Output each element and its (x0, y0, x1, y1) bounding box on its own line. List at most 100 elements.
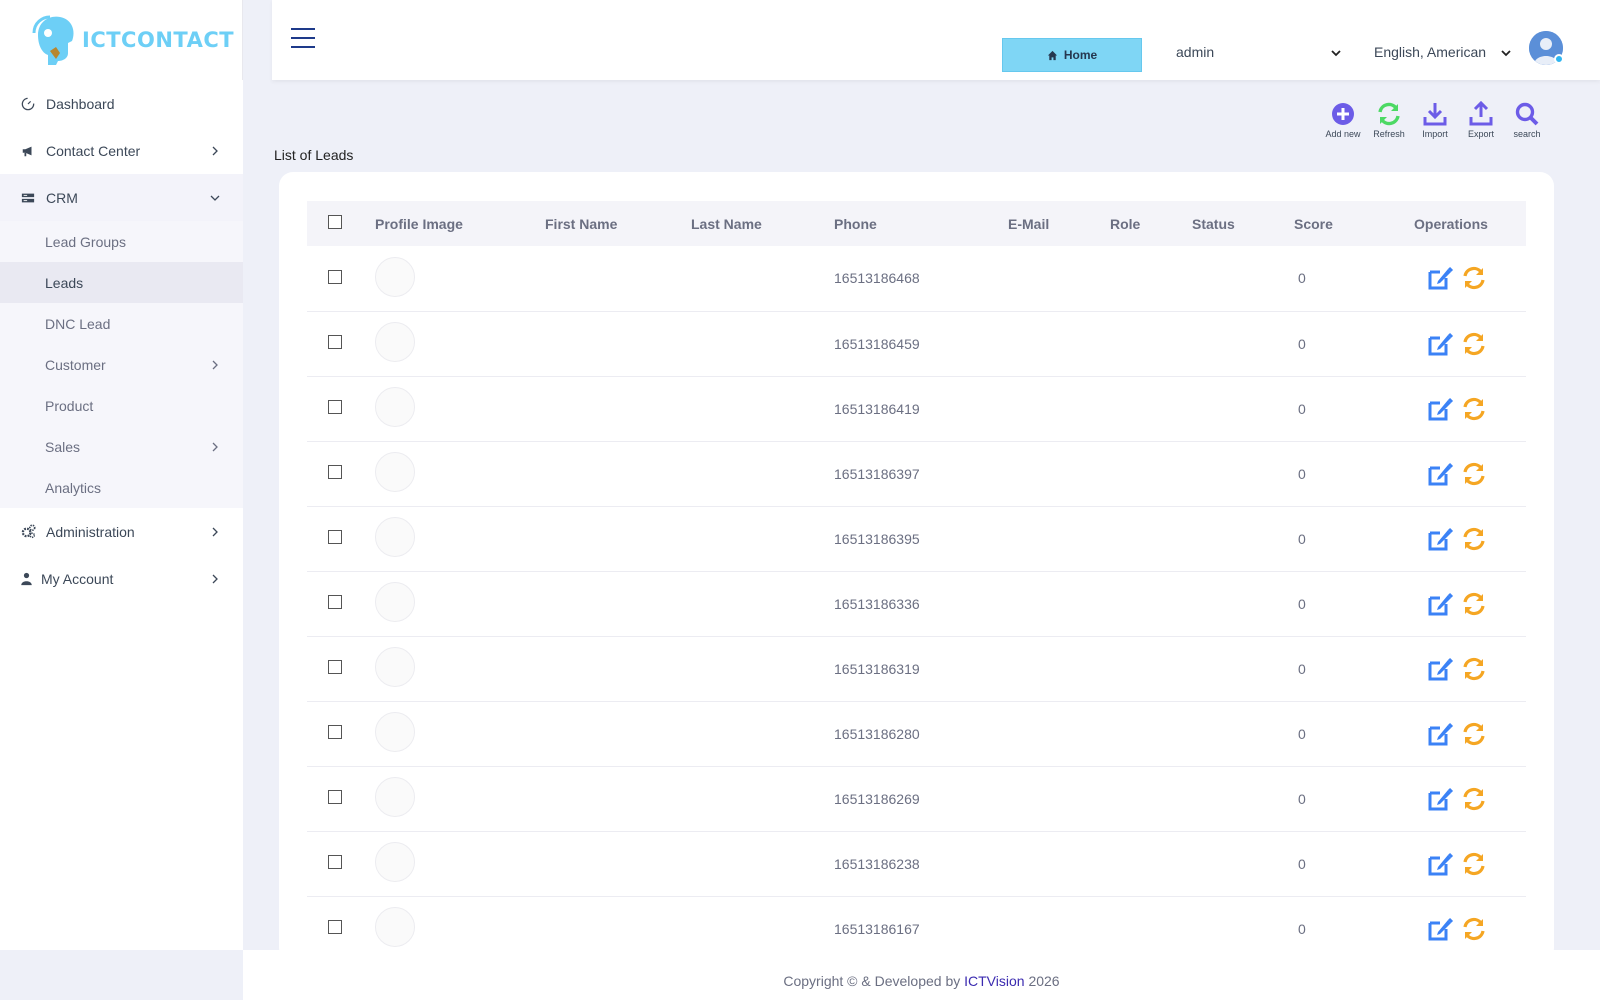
home-button[interactable]: Home (1002, 38, 1142, 72)
add-new-button[interactable]: Add new (1320, 101, 1366, 139)
last-name-cell (691, 571, 834, 636)
row-checkbox[interactable] (328, 920, 342, 934)
table-row: 16513186468 0 (307, 246, 1526, 311)
email-cell (1008, 311, 1110, 376)
first-name-cell (545, 571, 691, 636)
sidebar-item-contact-center[interactable]: Contact Center (0, 127, 243, 174)
chevron-right-icon (212, 527, 218, 536)
row-operations (1414, 395, 1526, 423)
row-checkbox[interactable] (328, 269, 342, 284)
profile-image (375, 322, 415, 362)
row-checkbox[interactable] (328, 595, 342, 609)
action-toolbar: Add new Refresh Import Export search (1320, 101, 1550, 139)
user-select[interactable]: admin (1176, 44, 1342, 60)
row-operations (1414, 525, 1526, 553)
sidebar-item-label: DNC Lead (45, 315, 111, 332)
sidebar-item-administration[interactable]: Administration (0, 508, 243, 555)
profile-image (375, 582, 415, 622)
sync-icon[interactable] (1460, 785, 1488, 813)
table-row: 16513186319 0 (307, 636, 1526, 701)
row-checkbox[interactable] (328, 465, 342, 479)
score-cell: 0 (1298, 660, 1306, 677)
column-header-first-name: First Name (545, 215, 618, 232)
profile-image (375, 842, 415, 882)
edit-icon[interactable] (1426, 460, 1454, 488)
sync-icon[interactable] (1460, 460, 1488, 488)
sidebar-item-label: Leads (45, 274, 84, 291)
footer-company-link[interactable]: ICTVision (964, 973, 1024, 989)
edit-icon[interactable] (1426, 915, 1454, 943)
export-button[interactable]: Export (1458, 101, 1504, 139)
sidebar-item-customer[interactable]: Customer (0, 344, 243, 385)
import-button[interactable]: Import (1412, 101, 1458, 139)
last-name-cell (691, 766, 834, 831)
row-checkbox[interactable] (328, 855, 342, 869)
sidebar-item-product[interactable]: Product (0, 385, 243, 426)
row-checkbox[interactable] (328, 335, 342, 349)
edit-icon[interactable] (1426, 330, 1454, 358)
language-select[interactable]: English, American (1374, 44, 1512, 60)
table-row: 16513186459 0 (307, 311, 1526, 376)
select-all-checkbox[interactable] (328, 215, 342, 229)
edit-icon[interactable] (1426, 590, 1454, 618)
topbar: Home admin English, American (272, 0, 1600, 80)
column-header-last-name: Last Name (691, 215, 762, 232)
chevron-right-icon (212, 360, 218, 369)
chevron-right-icon (212, 146, 218, 155)
row-checkbox[interactable] (328, 790, 342, 804)
phone-cell: 16513186280 (834, 725, 920, 742)
score-cell: 0 (1298, 270, 1306, 287)
footer: Copyright © & Developed by ICTVision 202… (243, 950, 1600, 1000)
score-cell: 0 (1298, 790, 1306, 807)
edit-icon[interactable] (1426, 264, 1454, 292)
sync-icon[interactable] (1460, 395, 1488, 423)
edit-icon[interactable] (1426, 720, 1454, 748)
sync-icon[interactable] (1460, 850, 1488, 878)
sync-icon[interactable] (1460, 655, 1488, 683)
footer-prefix: Copyright © & Developed by (783, 973, 965, 989)
sync-icon[interactable] (1460, 264, 1488, 292)
sync-icon[interactable] (1460, 915, 1488, 943)
profile-image (375, 777, 415, 817)
row-checkbox[interactable] (328, 725, 342, 739)
sidebar-item-dnc-lead[interactable]: DNC Lead (0, 303, 243, 344)
edit-icon[interactable] (1426, 525, 1454, 553)
edit-icon[interactable] (1426, 395, 1454, 423)
refresh-button[interactable]: Refresh (1366, 101, 1412, 139)
sidebar-item-analytics[interactable]: Analytics (0, 467, 243, 508)
search-label: search (1513, 129, 1541, 139)
server-icon (20, 190, 36, 206)
sync-icon[interactable] (1460, 720, 1488, 748)
online-status-dot (1554, 54, 1564, 64)
first-name-cell (545, 701, 691, 766)
page-title: List of Leads (274, 147, 354, 163)
sync-icon[interactable] (1460, 590, 1488, 618)
row-checkbox[interactable] (328, 660, 342, 674)
edit-icon[interactable] (1426, 655, 1454, 683)
column-header-role: Role (1110, 215, 1141, 232)
hamburger-menu-icon[interactable] (291, 28, 315, 48)
search-button[interactable]: search (1504, 101, 1550, 139)
score-cell: 0 (1298, 595, 1306, 612)
row-operations (1414, 330, 1526, 358)
row-checkbox[interactable] (328, 400, 342, 414)
sidebar-item-crm[interactable]: CRM (0, 174, 243, 221)
first-name-cell (545, 376, 691, 441)
sync-icon[interactable] (1460, 525, 1488, 553)
row-operations (1414, 915, 1526, 943)
sidebar-item-leads[interactable]: Leads (0, 262, 243, 303)
sidebar-item-sales[interactable]: Sales (0, 426, 243, 467)
edit-icon[interactable] (1426, 850, 1454, 878)
sidebar-item-lead-groups[interactable]: Lead Groups (0, 221, 243, 262)
gears-icon (20, 524, 36, 540)
logo[interactable]: ICTCONTACT (0, 0, 243, 80)
chevron-right-icon (212, 574, 218, 583)
column-header-email: E-Mail (1008, 215, 1050, 232)
edit-icon[interactable] (1426, 785, 1454, 813)
row-checkbox[interactable] (328, 530, 342, 544)
sidebar-item-my-account[interactable]: My Account (0, 555, 243, 602)
sidebar-item-dashboard[interactable]: Dashboard (0, 80, 243, 127)
sync-icon[interactable] (1460, 330, 1488, 358)
sidebar-item-label: Administration (46, 523, 135, 540)
role-cell (1110, 506, 1192, 571)
